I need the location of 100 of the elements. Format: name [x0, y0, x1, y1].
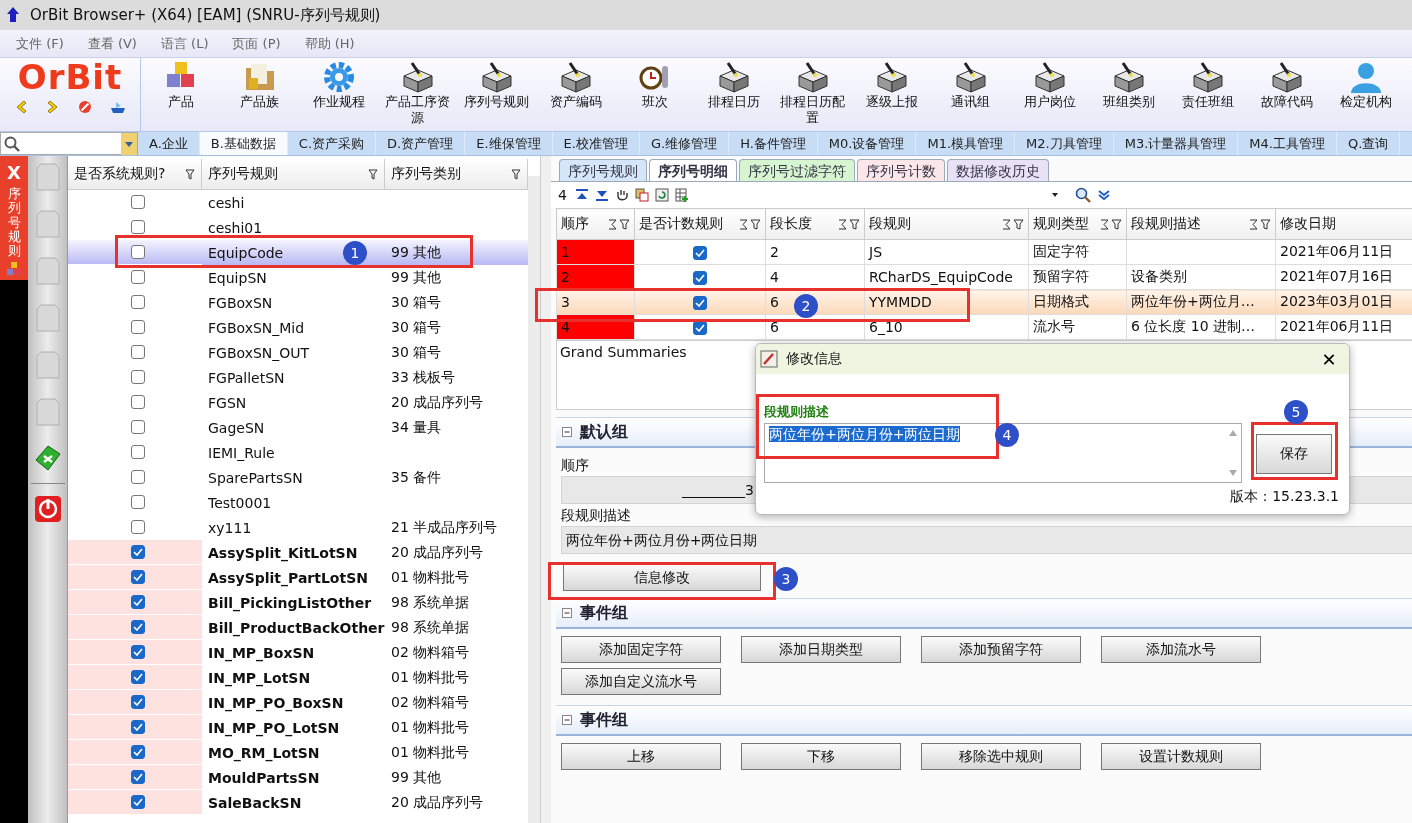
table-row[interactable]: FGSN 20 成品序列号 — [68, 390, 528, 415]
close-button[interactable]: ✕ — [1309, 344, 1349, 374]
checkbox[interactable] — [131, 470, 145, 484]
checkbox[interactable] — [131, 395, 145, 409]
collapse-icon[interactable] — [562, 715, 572, 725]
group-header[interactable]: 事件组 — [556, 598, 1412, 629]
module-tab[interactable]: M1.模具管理 — [916, 132, 1016, 155]
toolbar-button[interactable]: 产品工序资源 — [378, 58, 457, 131]
action-button[interactable]: 添加自定义流水号 — [561, 668, 721, 695]
column-header[interactable]: 序列号规则 — [202, 159, 385, 189]
toolbar-button[interactable]: 排程日历配置 — [773, 58, 852, 131]
filter-icon[interactable] — [368, 168, 378, 180]
module-tab[interactable]: M4.工具管理 — [1238, 132, 1337, 155]
checkbox[interactable] — [131, 520, 145, 534]
stop-icon[interactable] — [78, 100, 92, 114]
sum-filter-icon[interactable] — [739, 218, 761, 230]
checkbox[interactable] — [131, 345, 145, 359]
back-icon[interactable] — [14, 100, 28, 114]
module-tab[interactable]: E.维保管理 — [465, 132, 553, 155]
column-header[interactable]: 段规则描述 — [1126, 208, 1276, 240]
table-row[interactable]: IN_MP_LotSN 01 物料批号 — [68, 665, 528, 690]
table-row[interactable]: EquipSN 99 其他 — [68, 265, 528, 290]
column-header[interactable]: 顺序 — [556, 208, 635, 240]
checkbox[interactable] — [131, 270, 145, 284]
table-row[interactable]: MO_RM_LotSN 01 物料批号 — [68, 740, 528, 765]
edit-button[interactable]: 信息修改 — [563, 564, 761, 591]
action-button[interactable]: 添加固定字符 — [561, 636, 721, 663]
dropdown-icon[interactable] — [121, 133, 137, 155]
move-bottom-icon[interactable] — [594, 189, 609, 201]
checkbox[interactable] — [131, 445, 145, 459]
checkbox[interactable] — [131, 245, 145, 259]
checkbox[interactable] — [131, 670, 145, 684]
sum-filter-icon[interactable] — [1249, 218, 1271, 230]
table-row[interactable]: ceshi — [68, 190, 528, 215]
table-row[interactable]: 1 2 JS 固定字符 2021年06月11日 — [556, 239, 1412, 265]
table-row[interactable]: SparePartsSN 35 备件 — [68, 465, 528, 490]
filter-icon[interactable] — [185, 168, 195, 180]
search-field[interactable] — [0, 132, 138, 155]
search-icon[interactable] — [1074, 187, 1091, 203]
toolbar-button[interactable]: 用户岗位 — [1010, 58, 1089, 131]
module-tab[interactable]: M2.刀具管理 — [1015, 132, 1114, 155]
forward-icon[interactable] — [46, 100, 60, 114]
checkbox[interactable] — [131, 295, 145, 309]
module-tab[interactable]: M0.设备管理 — [817, 132, 917, 155]
group-header[interactable]: 事件组 — [556, 705, 1412, 736]
checkbox[interactable] — [131, 620, 145, 634]
checkbox[interactable] — [131, 320, 145, 334]
module-tab[interactable]: H.备件管理 — [729, 132, 818, 155]
table-row[interactable]: FGBoxSN_Mid 30 箱号 — [68, 315, 528, 340]
toolbar-button[interactable]: 班组类别 — [1089, 58, 1168, 131]
toolbar-button[interactable]: 班次 — [615, 58, 694, 131]
module-tab[interactable]: B.基础数据 — [199, 132, 288, 155]
table-row[interactable]: FGBoxSN 30 箱号 — [68, 290, 528, 315]
side-tab[interactable]: X 序列号规则 — [0, 156, 28, 281]
tab[interactable]: 序列号明细 — [649, 159, 737, 181]
chevron-down-icon[interactable] — [1096, 189, 1111, 201]
checkbox[interactable] — [693, 296, 707, 310]
refresh-icon[interactable] — [654, 188, 669, 202]
column-header[interactable]: 段规则 — [864, 208, 1029, 240]
action-button[interactable]: 添加预留字符 — [921, 636, 1081, 663]
checkbox[interactable] — [693, 246, 707, 260]
grid-add-icon[interactable] — [674, 188, 689, 202]
menu-item[interactable]: 语言 (L) — [160, 34, 209, 53]
tab[interactable]: 数据修改历史 — [947, 159, 1049, 181]
menu-item[interactable]: 帮助 (H) — [304, 34, 355, 53]
module-tab[interactable]: G.维修管理 — [639, 132, 730, 155]
toolbar-button[interactable]: 故障代码 — [1247, 58, 1326, 131]
copy-icon[interactable] — [634, 188, 649, 202]
toolbar-button[interactable]: 作业规程 — [299, 58, 378, 131]
menu-item[interactable]: 查看 (V) — [87, 34, 137, 53]
checkbox[interactable] — [131, 645, 145, 659]
column-header[interactable]: 修改日期 — [1275, 208, 1412, 240]
table-row[interactable]: 4 6 6_10 流水号 6 位长度 10 进制… 2021年06月11日 — [556, 314, 1412, 340]
module-tab[interactable]: A.企业 — [138, 132, 200, 155]
filter-icon[interactable] — [511, 168, 521, 180]
table-row[interactable]: Test0001 — [68, 490, 528, 515]
collapse-icon[interactable] — [562, 608, 572, 618]
table-row[interactable]: AssySplit_KitLotSN 20 成品序列号 — [68, 540, 528, 565]
checkbox[interactable] — [131, 720, 145, 734]
module-tab[interactable]: M3.计量器具管理 — [1113, 132, 1239, 155]
table-row[interactable]: FGPalletSN 33 栈板号 — [68, 365, 528, 390]
tab[interactable]: 序列号计数 — [857, 159, 945, 181]
table-row[interactable]: Bill_PickingListOther 98 系统单据 — [68, 590, 528, 615]
module-tab[interactable]: C.资产采购 — [287, 132, 377, 155]
save-button[interactable]: 保存 — [1256, 434, 1332, 474]
tab[interactable]: 序列号过滤字符 — [739, 159, 855, 181]
table-row[interactable]: AssySplit_PartLotSN 01 物料批号 — [68, 565, 528, 590]
checkbox[interactable] — [131, 495, 145, 509]
power-icon[interactable] — [33, 495, 62, 523]
table-row[interactable]: IN_MP_PO_LotSN 01 物料批号 — [68, 715, 528, 740]
action-button[interactable]: 下移 — [741, 743, 901, 770]
action-button[interactable]: 移除选中规则 — [921, 743, 1081, 770]
column-header[interactable]: 规则类型 — [1028, 208, 1127, 240]
table-row[interactable]: SaleBackSN 20 成品序列号 — [68, 790, 528, 815]
checkbox[interactable] — [131, 220, 145, 234]
scrollbar[interactable] — [528, 176, 540, 823]
checkbox[interactable] — [131, 795, 145, 809]
toolbar-button[interactable]: 通讯组 — [931, 58, 1010, 131]
collapse-icon[interactable] — [562, 427, 572, 437]
table-row[interactable]: IN_MP_BoxSN 02 物料箱号 — [68, 640, 528, 665]
